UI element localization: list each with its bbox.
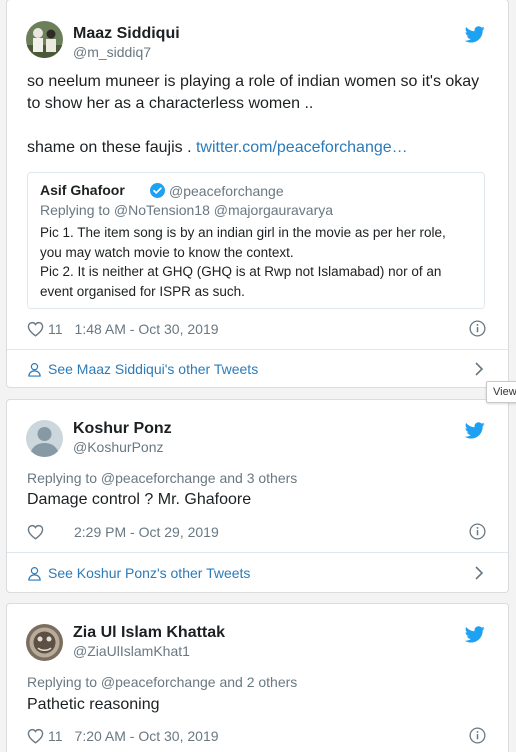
quoted-replying-to: Replying to @NoTension18 @majorgauravary… xyxy=(40,202,334,218)
chevron-right-icon[interactable] xyxy=(474,566,484,580)
quoted-tweet-link[interactable]: twitter.com/peaceforchange… xyxy=(196,139,408,156)
tweet-meta: 11 1:48 AM - Oct 30, 2019 xyxy=(27,319,219,339)
person-icon xyxy=(27,362,42,377)
person-icon xyxy=(27,566,42,581)
twitter-bird-icon[interactable] xyxy=(465,26,485,43)
avatar[interactable] xyxy=(26,21,63,58)
tweet-text: Pathetic reasoning xyxy=(27,696,160,713)
info-icon[interactable] xyxy=(469,320,486,337)
quoted-author-name: Asif Ghafoor xyxy=(40,182,125,198)
avatar-image xyxy=(26,21,63,58)
tweet-text-line: to show her as a characterless women .. xyxy=(27,95,314,112)
info-icon[interactable] xyxy=(469,523,486,540)
quoted-author-handle: @peaceforchange xyxy=(169,183,284,199)
quoted-text-line: Pic 2. It is neither at GHQ (GHQ is at R… xyxy=(40,264,442,279)
see-other-tweets-label[interactable]: See Maaz Siddiqui's other Tweets xyxy=(48,361,258,377)
tweet-card-maaz-siddiqui[interactable]: Maaz Siddiqui @m_siddiq7 so neelum munee… xyxy=(6,0,509,388)
tweet-text-tail: shame on these faujis . twitter.com/peac… xyxy=(27,137,408,159)
author-handle[interactable]: @ZiaUlIslamKhat1 xyxy=(73,643,190,659)
verified-badge-icon xyxy=(150,183,165,198)
tweet-timestamp[interactable]: 7:20 AM - Oct 30, 2019 xyxy=(75,728,219,744)
tweet-text: so neelum muneer is playing a role of in… xyxy=(27,71,497,115)
tooltip: View xyxy=(486,381,516,403)
see-other-tweets-label[interactable]: See Koshur Ponz's other Tweets xyxy=(48,565,250,581)
tweet-card-zia-ul-islam-khattak[interactable]: Zia Ul Islam Khattak @ZiaUlIslamKhat1 Re… xyxy=(6,603,509,752)
like-count: 11 xyxy=(48,321,63,337)
author-handle[interactable]: @KoshurPonz xyxy=(73,439,163,455)
default-avatar-image xyxy=(26,420,63,457)
replying-to[interactable]: Replying to @peaceforchange and 2 others xyxy=(27,674,297,690)
quoted-text-line: Pic 1. The item song is by an indian gir… xyxy=(40,225,446,240)
tweet-timestamp[interactable]: 1:48 AM - Oct 30, 2019 xyxy=(75,321,219,337)
quoted-tweet-text: Pic 1. The item song is by an indian gir… xyxy=(40,223,480,301)
tweet-timestamp[interactable]: 2:29 PM - Oct 29, 2019 xyxy=(74,524,219,540)
tweet-text-line: so neelum muneer is playing a role of in… xyxy=(27,73,480,90)
see-other-tweets-link[interactable]: See Koshur Ponz's other Tweets xyxy=(27,563,250,583)
heart-icon[interactable] xyxy=(27,321,44,337)
author-name[interactable]: Maaz Siddiqui xyxy=(73,25,180,43)
heart-icon[interactable] xyxy=(27,728,44,744)
tweet-meta: 11 7:20 AM - Oct 30, 2019 xyxy=(27,726,219,746)
heart-icon[interactable] xyxy=(27,524,44,540)
like-count: 11 xyxy=(48,728,63,744)
tweet-text-line: shame on these faujis . xyxy=(27,139,196,156)
see-other-tweets-link[interactable]: See Maaz Siddiqui's other Tweets xyxy=(27,359,258,379)
tweet-meta: 2:29 PM - Oct 29, 2019 xyxy=(27,522,219,542)
divider xyxy=(7,552,508,553)
chevron-right-icon[interactable] xyxy=(474,362,484,376)
quoted-tweet[interactable]: Asif Ghafoor @peaceforchange Replying to… xyxy=(27,172,485,309)
avatar-image xyxy=(26,624,63,661)
twitter-bird-icon[interactable] xyxy=(465,422,485,439)
author-handle[interactable]: @m_siddiq7 xyxy=(73,44,151,60)
replying-to[interactable]: Replying to @peaceforchange and 3 others xyxy=(27,470,297,486)
twitter-bird-icon[interactable] xyxy=(465,626,485,643)
info-icon[interactable] xyxy=(469,727,486,744)
avatar[interactable] xyxy=(26,420,63,457)
author-name[interactable]: Koshur Ponz xyxy=(73,420,172,438)
author-name[interactable]: Zia Ul Islam Khattak xyxy=(73,624,225,642)
avatar[interactable] xyxy=(26,624,63,661)
tweet-card-koshur-ponz[interactable]: Koshur Ponz @KoshurPonz Replying to @pea… xyxy=(6,399,509,593)
quoted-text-line: event organised for ISPR as such. xyxy=(40,283,245,299)
tweet-text: Damage control ? Mr. Ghafoore xyxy=(27,491,252,508)
quoted-text-line: you may watch movie to know the context. xyxy=(40,244,294,260)
divider xyxy=(7,349,508,350)
